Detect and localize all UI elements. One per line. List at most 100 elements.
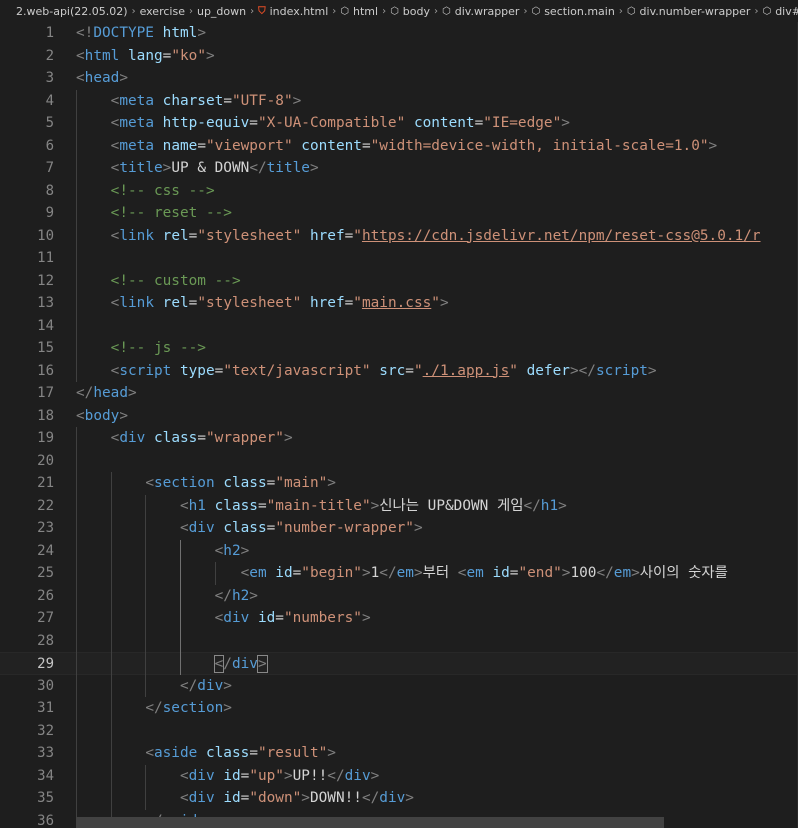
code-line[interactable]: 19 <div class="wrapper"> [0, 427, 798, 450]
code-line[interactable]: 12 <!-- custom --> [0, 270, 798, 293]
code-line[interactable]: 29 </div> [0, 652, 798, 675]
breadcrumb-separator-icon: › [382, 5, 387, 17]
code-token: em [466, 565, 484, 581]
code-token: lang [128, 47, 163, 64]
line-number: 20 [37, 452, 54, 469]
line-number: 1 [45, 25, 54, 41]
code-text: <aside class="result"> [76, 742, 336, 765]
code-token: = [266, 520, 276, 536]
code-token: > [127, 385, 137, 401]
code-line[interactable]: 17 </head> [0, 382, 798, 405]
code-line[interactable]: 27 <div id="numbers"> [0, 607, 798, 630]
code-token: > [240, 542, 250, 559]
code-line[interactable]: 16 <script type="text/javascript" src=".… [0, 360, 798, 383]
code-line[interactable]: 9 <!-- reset --> [0, 202, 798, 225]
breadcrumb-item[interactable]: up_down [197, 5, 246, 18]
breadcrumb-item[interactable]: exercise [140, 5, 185, 18]
code-line[interactable]: 34 <div id="up">UP!!</div> [0, 765, 798, 788]
code-token: = [223, 92, 232, 109]
code-text: <link rel="stylesheet" href="main.css"> [76, 292, 449, 315]
code-line[interactable]: 1 <!DOCTYPE html> [0, 22, 798, 45]
breadcrumb-item[interactable]: ⬡ body [390, 5, 430, 18]
code-text: <title>UP & DOWN</title> [76, 157, 319, 180]
code-line[interactable]: 14 [0, 315, 798, 338]
code-token: "numbers" [283, 610, 362, 626]
breadcrumb-item[interactable]: ⬡ html [340, 5, 378, 18]
code-token: title [119, 160, 163, 176]
code-line[interactable]: 33 <aside class="result"> [0, 742, 798, 765]
code-token: > [119, 70, 128, 86]
code-line[interactable]: 7 <title>UP & DOWN</title> [0, 157, 798, 180]
code-token: <!-- [110, 340, 146, 356]
code-token: > [413, 520, 423, 536]
code-line[interactable]: 28 [0, 630, 798, 653]
code-token: "number-wrapper" [275, 520, 414, 536]
code-line[interactable]: 15 <!-- js --> [0, 337, 798, 360]
code-line[interactable]: 2 <html lang="ko"> [0, 45, 798, 68]
code-token: 100 [570, 565, 597, 581]
code-line[interactable]: 11 [0, 247, 798, 270]
code-line[interactable]: 4 <meta charset="UTF-8"> [0, 90, 798, 113]
breadcrumb-item[interactable]: ⬡ div.wrapper [442, 5, 519, 18]
line-number: 23 [37, 520, 54, 536]
code-line[interactable]: 31 </section> [0, 697, 798, 720]
code-token: > [361, 565, 371, 581]
breadcrumb-label: body [402, 4, 431, 18]
code-token: div [197, 677, 224, 694]
code-line[interactable]: 32 [0, 720, 798, 743]
line-number: 8 [45, 182, 54, 199]
breadcrumb-separator-icon: › [754, 5, 759, 17]
code-line[interactable]: 5 <meta http-equiv="X-UA-Compatible" con… [0, 112, 798, 135]
breadcrumb-separator-icon: › [332, 5, 337, 17]
code-token: "ko" [171, 47, 206, 64]
line-number: 4 [45, 92, 54, 109]
code-line[interactable]: 13 <link rel="stylesheet" href="main.css… [0, 292, 798, 315]
code-token: DOCTYPE [93, 25, 154, 41]
breadcrumb-separator-icon: › [523, 5, 528, 17]
code-token: > [413, 565, 423, 581]
code-line[interactable]: 35 <div id="down">DOWN!!</div> [0, 787, 798, 810]
code-text: <meta charset="UTF-8"> [76, 90, 302, 113]
code-line[interactable]: 24 <h2> [0, 540, 798, 563]
code-line[interactable]: 3 <head> [0, 67, 798, 90]
code-line[interactable]: 23 <div class="number-wrapper"> [0, 517, 798, 540]
code-token: > [283, 430, 293, 446]
code-line[interactable]: 18 <body> [0, 405, 798, 428]
code-line[interactable]: 26 </h2> [0, 585, 798, 608]
code-line[interactable]: 8 <!-- css --> [0, 180, 798, 203]
breadcrumb-item[interactable]: ⬡div#numbers [762, 5, 798, 18]
symbol-icon: ⬡ [626, 5, 636, 17]
code-token: h1 [540, 497, 559, 514]
breadcrumb-item[interactable]: ⬡ section.main [531, 5, 614, 18]
code-line[interactable]: 25 <em id="begin">1</em>부터 <em id="end">… [0, 562, 798, 585]
line-number: 22 [37, 497, 54, 514]
code-token: " [353, 295, 362, 311]
code-line[interactable]: 6 <meta name="viewport" content="width=d… [0, 135, 798, 158]
code-editor[interactable]: 1 <!DOCTYPE html> 2 <html lang="ko"> 3 <head>… [0, 22, 798, 828]
code-token: class [154, 430, 198, 446]
code-token: type [179, 362, 215, 379]
code-token: "down" [249, 790, 302, 806]
code-token: </ [249, 160, 267, 176]
horizontal-scrollbar[interactable] [76, 817, 664, 828]
code-token: "up" [249, 767, 284, 784]
code-line[interactable]: 21 <section class="main"> [0, 472, 798, 495]
code-token: = [405, 362, 414, 379]
code-token: = [361, 137, 371, 154]
code-line[interactable]: 22 <h1 class="main-title">신나는 UP&DOWN 게임… [0, 495, 798, 518]
code-token: " [509, 362, 518, 379]
code-line[interactable]: 10 <link rel="stylesheet" href="https://… [0, 225, 798, 248]
code-token: "stylesheet" [197, 295, 302, 311]
breadcrumb-item[interactable]: ⛉ index.html [258, 5, 328, 18]
code-token: > [257, 655, 268, 673]
breadcrumb-label: div#numbers [775, 4, 798, 18]
breadcrumb-item[interactable]: ⬡ div.number-wrapper [627, 5, 751, 18]
code-line[interactable]: 20 [0, 450, 798, 473]
code-token: http-equiv [162, 115, 250, 131]
code-line[interactable]: 30 </div> [0, 675, 798, 698]
breadcrumb-item[interactable]: 2.web-api(22.05.02) [16, 5, 128, 18]
